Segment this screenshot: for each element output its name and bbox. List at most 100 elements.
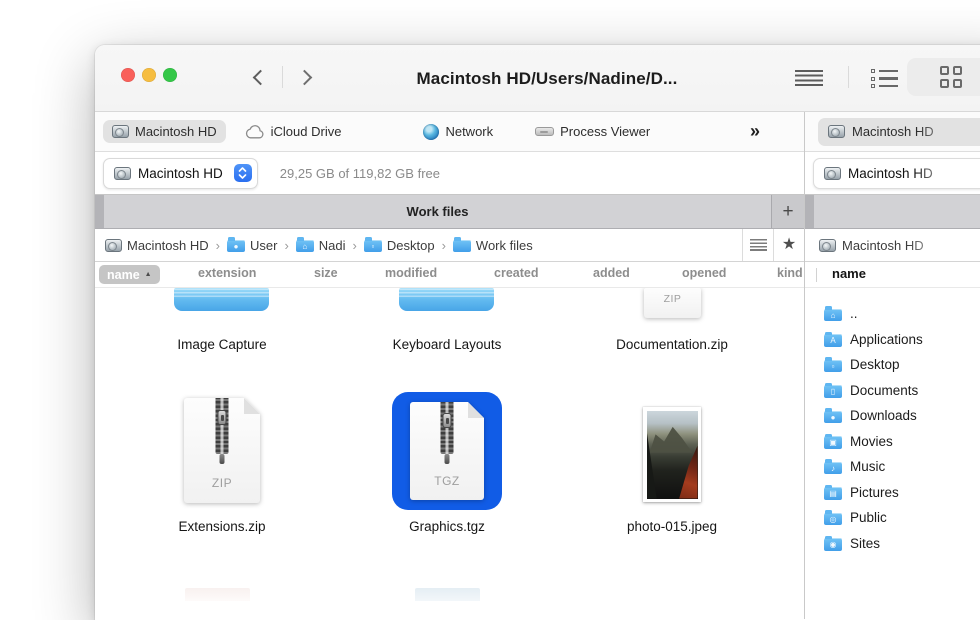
- path-bar: Macintosh HD: [805, 229, 980, 262]
- breadcrumb-work-files[interactable]: Work files: [453, 238, 533, 253]
- home-folder-icon: ⌂: [296, 240, 314, 253]
- hard-drive-icon: [112, 125, 129, 138]
- favorite-icloud-drive[interactable]: iCloud Drive: [236, 120, 351, 143]
- column-header-modified[interactable]: modified: [385, 266, 437, 280]
- documents-folder-icon: ▯: [824, 385, 842, 398]
- path-bar: Macintosh HD › ● User › ⌂ Nadi › ▫: [95, 229, 804, 262]
- column-header-opened[interactable]: opened: [682, 266, 726, 280]
- column-headers: name: [805, 262, 980, 288]
- list-item-public[interactable]: ◎ Public: [805, 505, 980, 531]
- column-header-name[interactable]: name: [832, 266, 866, 281]
- folder-icon: [174, 288, 269, 311]
- drive-dropdown-stepper[interactable]: [234, 164, 252, 182]
- favorites-bar: Macintosh HD: [805, 112, 980, 152]
- desktop-folder-icon: ▫: [364, 240, 382, 253]
- breadcrumb-home[interactable]: ⌂ Nadi: [296, 238, 346, 253]
- grid-view-button[interactable]: [907, 58, 980, 96]
- drive-selector[interactable]: Macintosh HD: [103, 158, 258, 189]
- column-header-kind[interactable]: kind: [777, 266, 803, 280]
- drive-selector-row: Macintosh HD 29,25 GB of 119,82 GB free: [95, 152, 804, 195]
- folder-list: ⌂ .. A Applications ▫ Desktop ▯ Document…: [805, 288, 980, 619]
- list-item-downloads[interactable]: ● Downloads: [805, 403, 980, 429]
- up-down-chevrons-icon: [238, 167, 247, 179]
- downloads-folder-icon: ●: [824, 411, 842, 424]
- selection-highlight: TGZ: [392, 392, 502, 510]
- breadcrumb-desktop[interactable]: ▫ Desktop: [364, 238, 435, 253]
- desktop-folder-icon: ▫: [824, 360, 842, 373]
- tab-work-files[interactable]: Work files: [104, 195, 772, 228]
- list-item-parent-dir[interactable]: ⌂ ..: [805, 301, 980, 327]
- title-bar: Macintosh HD/Users/Nadine/D...: [95, 45, 980, 112]
- right-pane: Macintosh HD Macintosh HD Macintosh HD: [805, 112, 980, 619]
- column-header-size[interactable]: size: [314, 266, 338, 280]
- breadcrumb: Macintosh HD › ● User › ⌂ Nadi › ▫: [95, 238, 742, 253]
- list-item-movies[interactable]: ▣ Movies: [805, 429, 980, 455]
- list-item-documents[interactable]: ▯ Documents: [805, 378, 980, 404]
- column-header-added[interactable]: added: [593, 266, 630, 280]
- zip-file-icon: ZIP: [644, 288, 701, 318]
- tgz-file-icon: TGZ: [410, 402, 484, 500]
- favorite-macintosh-hd[interactable]: Macintosh HD: [818, 118, 980, 146]
- divider: [816, 268, 817, 282]
- breadcrumb-macintosh-hd[interactable]: Macintosh HD: [105, 238, 209, 253]
- star-icon: ★: [782, 237, 796, 253]
- home-folder-icon: ⌂: [824, 309, 842, 322]
- favorite-process-viewer[interactable]: Process Viewer: [526, 120, 659, 143]
- hard-drive-icon: [114, 167, 131, 180]
- users-folder-icon: ●: [227, 240, 245, 253]
- view-controls: [785, 58, 980, 96]
- folder-icon: [399, 288, 494, 311]
- tab-bar: [805, 195, 980, 229]
- drive-name: Macintosh HD: [138, 166, 223, 181]
- music-folder-icon: ♪: [824, 462, 842, 475]
- hard-drive-icon: [828, 125, 845, 138]
- new-tab-button[interactable]: +: [772, 195, 804, 228]
- lines-icon: [750, 239, 767, 252]
- grid-view-icon: [940, 66, 962, 88]
- path-options-button[interactable]: [742, 229, 773, 261]
- favorite-macintosh-hd[interactable]: Macintosh HD: [103, 120, 226, 143]
- hard-drive-icon: [819, 239, 836, 252]
- tab-empty[interactable]: [814, 195, 980, 228]
- photo-thumbnail: [643, 407, 701, 502]
- drive-selector-row: Macintosh HD: [805, 152, 980, 195]
- hard-drive-icon: [824, 167, 841, 180]
- list-item-desktop[interactable]: ▫ Desktop: [805, 352, 980, 378]
- favorite-network[interactable]: Network: [414, 120, 502, 144]
- tab-bar: Work files +: [95, 195, 804, 229]
- favorites-bar: Macintosh HD iCloud Drive Network Proces…: [95, 112, 804, 152]
- breadcrumb-macintosh-hd[interactable]: Macintosh HD: [805, 238, 954, 253]
- folder-icon: [453, 240, 471, 253]
- file-manager-window: Macintosh HD/Users/Nadine/D... Macint: [95, 45, 980, 620]
- free-space-label: 29,25 GB of 119,82 GB free: [280, 166, 440, 181]
- list-item-sites[interactable]: ◉ Sites: [805, 531, 980, 557]
- next-row-item-peek: [185, 588, 250, 601]
- sort-asc-icon: ▲: [145, 271, 152, 278]
- list-item-pictures[interactable]: ▤ Pictures: [805, 480, 980, 506]
- hard-drive-icon: [105, 239, 122, 252]
- column-header-created[interactable]: created: [494, 266, 538, 280]
- movies-folder-icon: ▣: [824, 436, 842, 449]
- applications-folder-icon: A: [824, 334, 842, 347]
- file-grid: Image Capture Keyboard Layouts ZIP Docum…: [95, 288, 804, 619]
- column-headers: name ▲ extension size modified created a…: [95, 262, 804, 288]
- sites-folder-icon: ◉: [824, 538, 842, 551]
- favorites-overflow-button[interactable]: »: [750, 121, 760, 142]
- column-header-name[interactable]: name ▲: [99, 265, 160, 284]
- device-icon: [535, 127, 554, 136]
- list-item-applications[interactable]: A Applications: [805, 327, 980, 353]
- next-row-item-peek: [415, 588, 480, 601]
- list-view-icon[interactable]: [871, 69, 898, 88]
- breadcrumb-users[interactable]: ● User: [227, 238, 277, 253]
- cloud-icon: [245, 125, 265, 139]
- list-item-music[interactable]: ♪ Music: [805, 454, 980, 480]
- left-pane: Macintosh HD iCloud Drive Network Proces…: [95, 112, 805, 619]
- column-header-extension[interactable]: extension: [198, 266, 256, 280]
- zip-file-icon: ZIP: [184, 398, 260, 503]
- drive-selector[interactable]: Macintosh HD: [813, 158, 980, 189]
- favorite-star-button[interactable]: ★: [773, 229, 804, 261]
- globe-icon: [423, 124, 439, 140]
- menu-icon[interactable]: [795, 70, 823, 86]
- pictures-folder-icon: ▤: [824, 487, 842, 500]
- divider: [848, 66, 849, 88]
